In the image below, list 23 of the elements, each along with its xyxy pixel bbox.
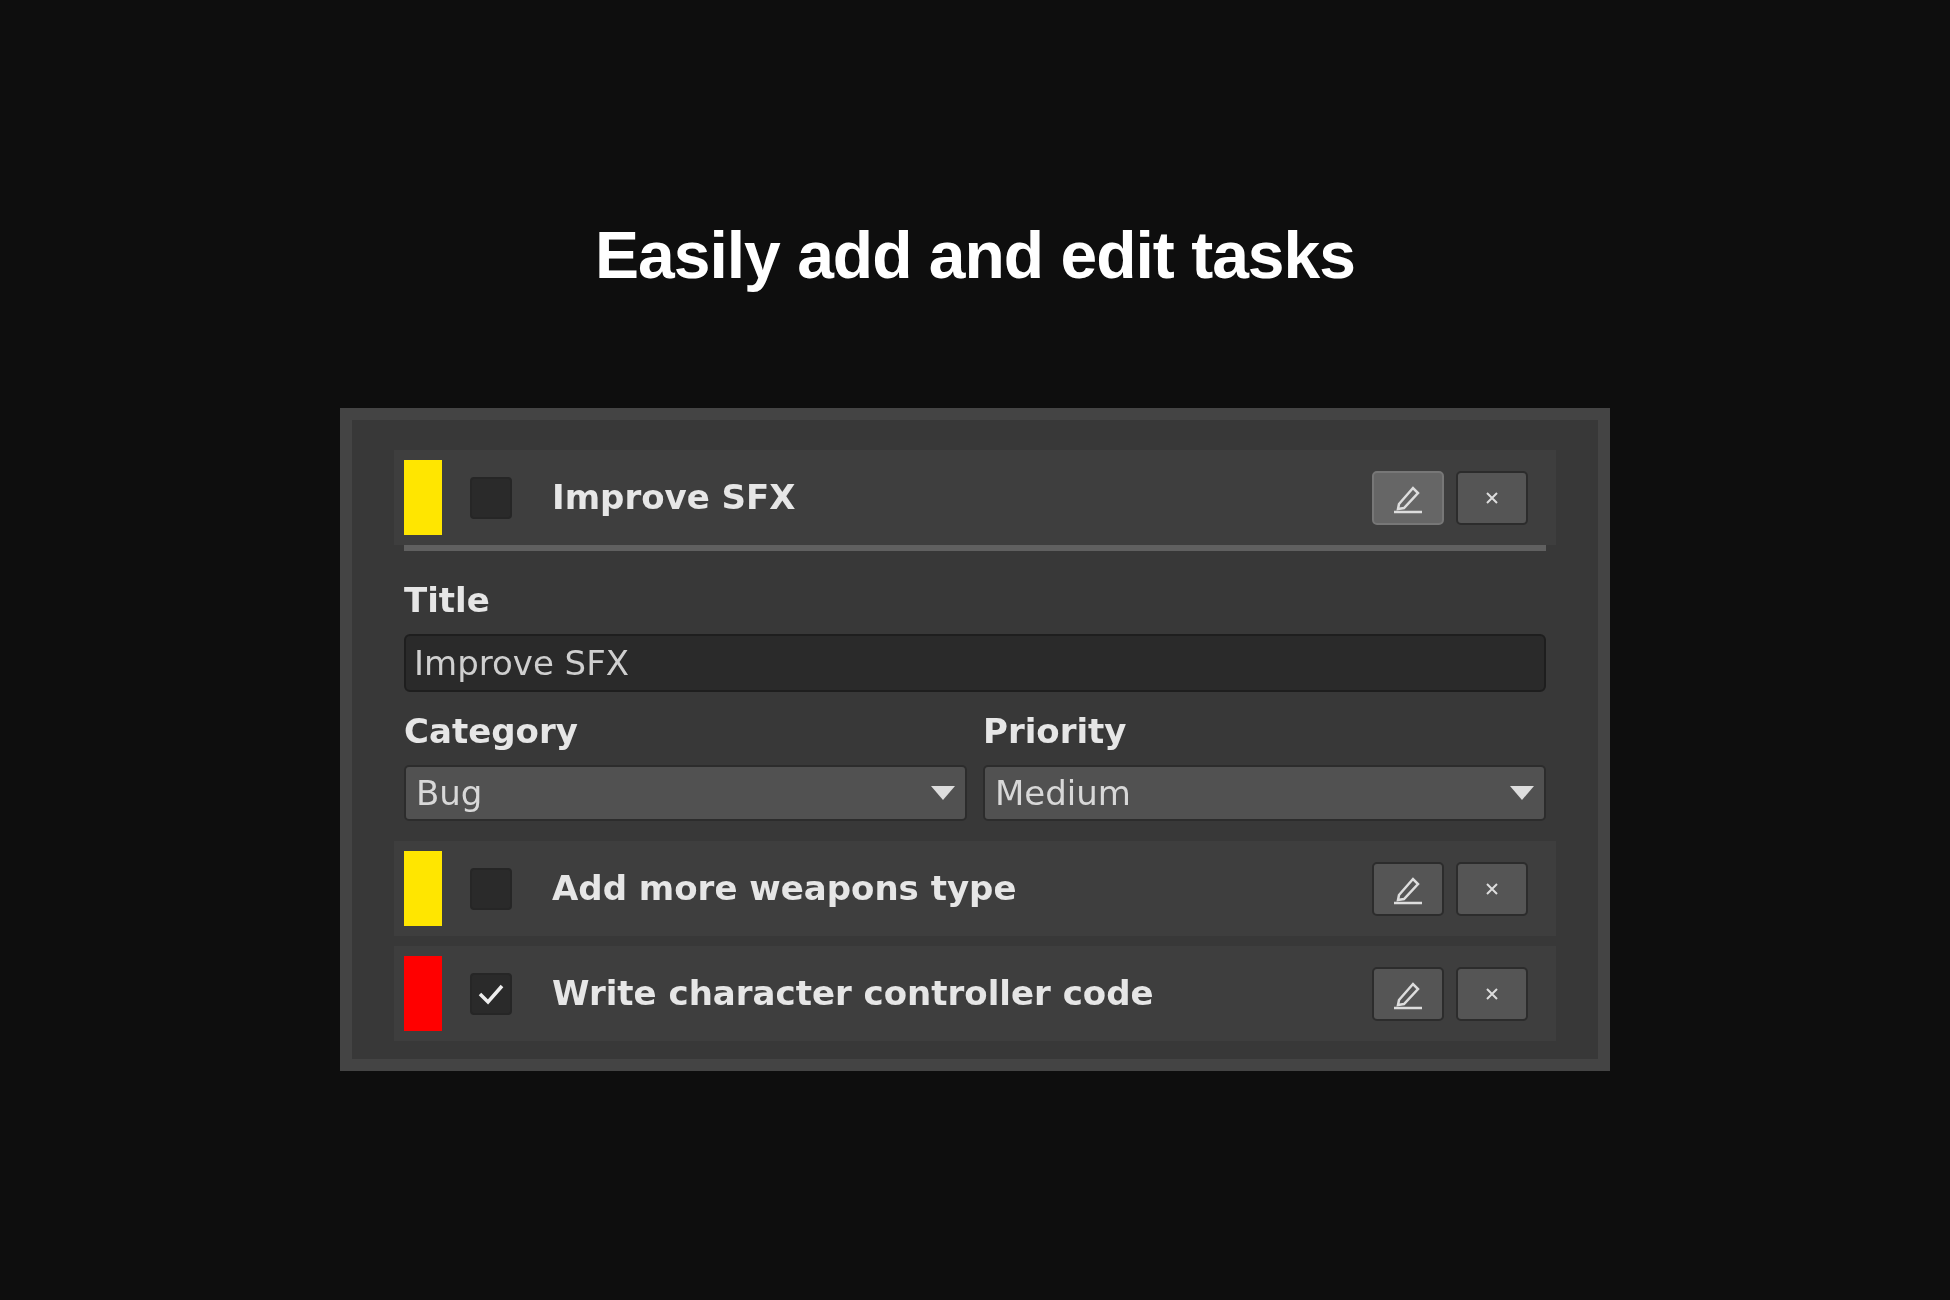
close-icon: [1485, 490, 1499, 505]
field-label: Title: [404, 579, 491, 622]
caret-icon: [931, 786, 955, 800]
field-label: Priority: [983, 710, 1128, 753]
delete-button[interactable]: [1456, 861, 1528, 916]
priority-dropdown[interactable]: Medium: [983, 765, 1546, 821]
task-title: Improve SFX: [552, 476, 797, 519]
task-checkbox[interactable]: [470, 972, 512, 1015]
delete-button[interactable]: [1456, 966, 1528, 1021]
edit-button[interactable]: [1372, 966, 1444, 1021]
task-title: Add more weapons type: [552, 867, 1018, 910]
caret-icon: [1510, 786, 1534, 800]
title-input-field[interactable]: Improve SFX: [404, 634, 1546, 692]
delete-button[interactable]: [1456, 470, 1528, 525]
task-checkbox[interactable]: [470, 476, 512, 519]
task-title: Write character controller code: [552, 972, 1155, 1015]
edit-button[interactable]: [1372, 861, 1444, 916]
category-dropdown[interactable]: Bug: [404, 765, 967, 821]
edit-button[interactable]: [1372, 470, 1444, 525]
task-checkbox[interactable]: [470, 867, 512, 910]
close-icon: [1485, 986, 1499, 1001]
field-label: Category: [404, 710, 579, 753]
close-icon: [1485, 881, 1499, 896]
